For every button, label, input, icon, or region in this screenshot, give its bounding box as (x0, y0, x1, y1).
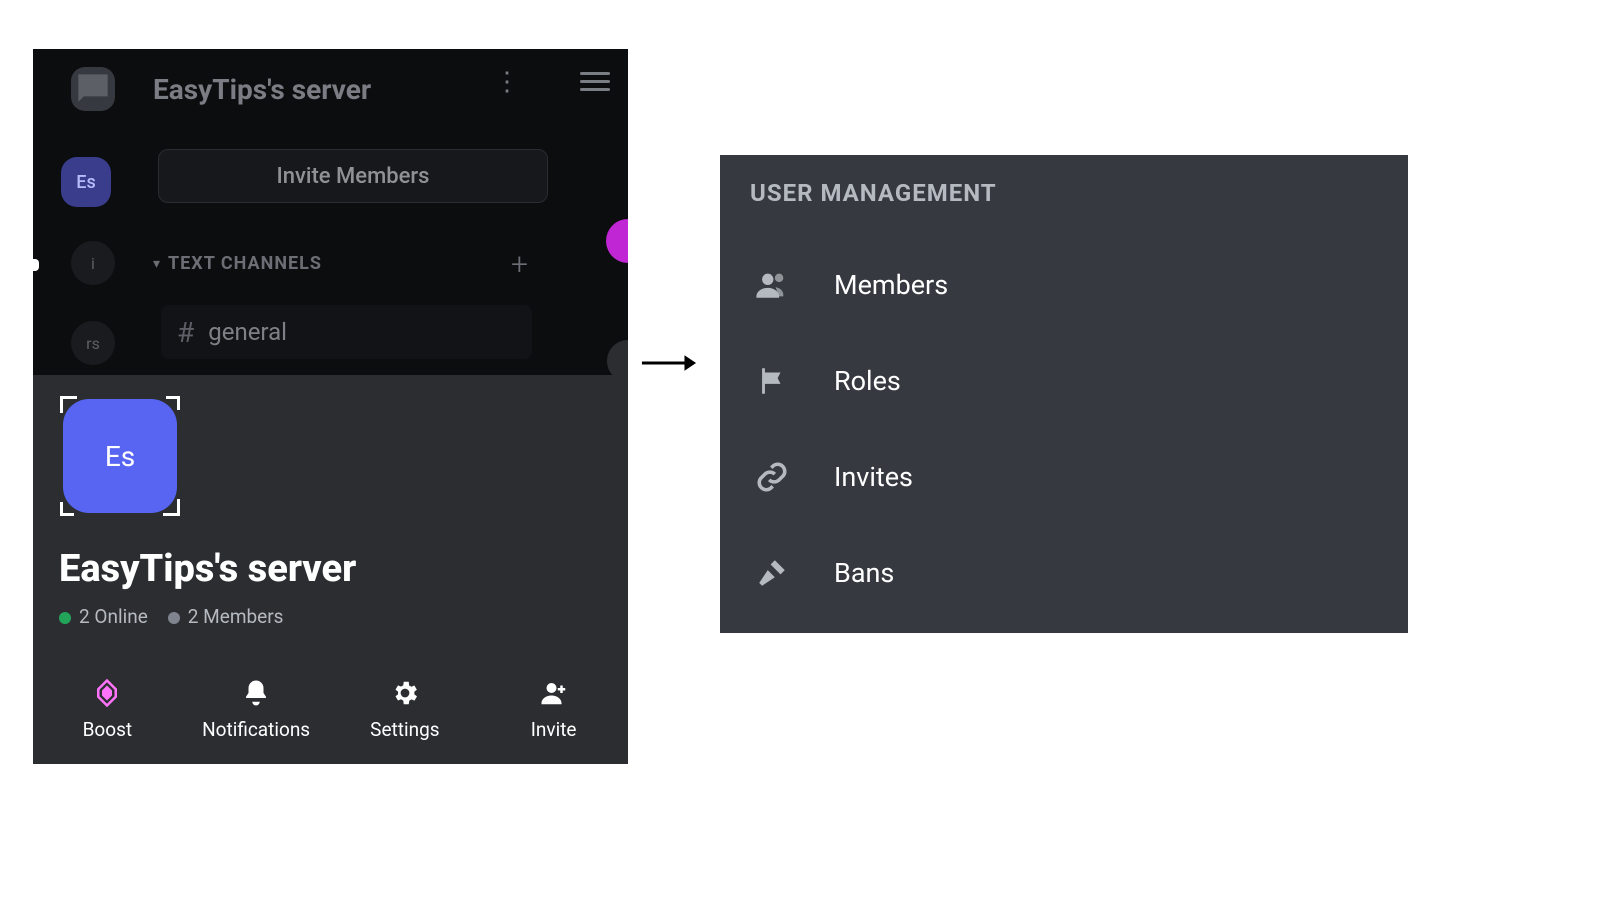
members-label: Members (834, 269, 948, 301)
chat-bubble-icon (71, 67, 115, 111)
members-row[interactable]: Members (750, 237, 1378, 333)
user-plus-icon (539, 678, 569, 708)
server-title: EasyTips's server (153, 73, 371, 106)
hash-icon: # (177, 316, 194, 349)
channel-name: general (208, 318, 287, 346)
members-list-toggle[interactable] (580, 67, 610, 96)
section-label: TEXT CHANNELS (168, 253, 322, 274)
boost-button[interactable]: Boost (33, 654, 182, 764)
server-icon-stub-2[interactable]: rs (71, 321, 115, 365)
sheet-actions-row: Boost Notifications Settings Invite (33, 654, 628, 764)
server-icon-stub-1[interactable]: i (71, 241, 115, 285)
more-options-button[interactable]: ⋮ (494, 67, 518, 97)
roles-row[interactable]: Roles (750, 333, 1378, 429)
bans-row[interactable]: Bans (750, 525, 1378, 621)
link-icon (750, 460, 794, 494)
chevron-down-icon: ▾ (153, 256, 160, 272)
user-management-panel: USER MANAGEMENT Members Roles Invites Ba… (720, 155, 1408, 633)
members-count: 2 Members (168, 605, 284, 628)
server-bottom-sheet: Es EasyTips's server 2 Online 2 Members … (33, 375, 628, 764)
server-header: EasyTips's server (153, 61, 628, 117)
roles-label: Roles (834, 365, 901, 397)
boost-icon (92, 678, 122, 708)
flag-icon (750, 364, 794, 398)
invite-label: Invite (531, 718, 577, 741)
server-icon-selected[interactable]: Es (61, 157, 111, 207)
invite-members-label: Invite Members (276, 164, 429, 189)
settings-label: Settings (370, 718, 439, 741)
invites-label: Invites (834, 461, 913, 493)
discord-mobile-screenshot: Es i rs EasyTips's server ⋮ Invite Membe… (33, 49, 628, 764)
invite-members-button[interactable]: Invite Members (158, 149, 548, 203)
invites-row[interactable]: Invites (750, 429, 1378, 525)
invite-button[interactable]: Invite (479, 654, 628, 764)
online-dot-icon (59, 612, 71, 624)
server-tile-initials: Es (105, 440, 135, 473)
bell-icon (241, 678, 271, 708)
bans-label: Bans (834, 557, 894, 589)
server-rail-indicator (33, 259, 39, 271)
server-status-row: 2 Online 2 Members (59, 605, 602, 628)
gear-icon (390, 678, 420, 708)
online-count: 2 Online (59, 605, 148, 628)
gavel-icon (750, 556, 794, 590)
sheet-server-name: EasyTips's server (59, 547, 602, 591)
settings-button[interactable]: Settings (331, 654, 480, 764)
server-initials: Es (76, 172, 95, 193)
arrow-icon (640, 352, 698, 374)
add-channel-button[interactable]: + (511, 247, 528, 282)
notifications-label: Notifications (202, 718, 310, 741)
peeking-avatar-1 (606, 219, 628, 263)
members-icon (750, 268, 794, 302)
server-tile[interactable]: Es (63, 399, 177, 513)
text-channels-section-header[interactable]: ▾ TEXT CHANNELS (153, 253, 322, 274)
panel-title: USER MANAGEMENT (750, 179, 1378, 207)
notifications-button[interactable]: Notifications (182, 654, 331, 764)
boost-label: Boost (83, 718, 133, 741)
members-dot-icon (168, 612, 180, 624)
channel-general[interactable]: # general (161, 305, 532, 359)
dimmed-background: Es i rs EasyTips's server ⋮ Invite Membe… (33, 49, 628, 375)
direct-messages-button[interactable] (71, 67, 115, 111)
server-rail: Es i rs (33, 49, 115, 375)
